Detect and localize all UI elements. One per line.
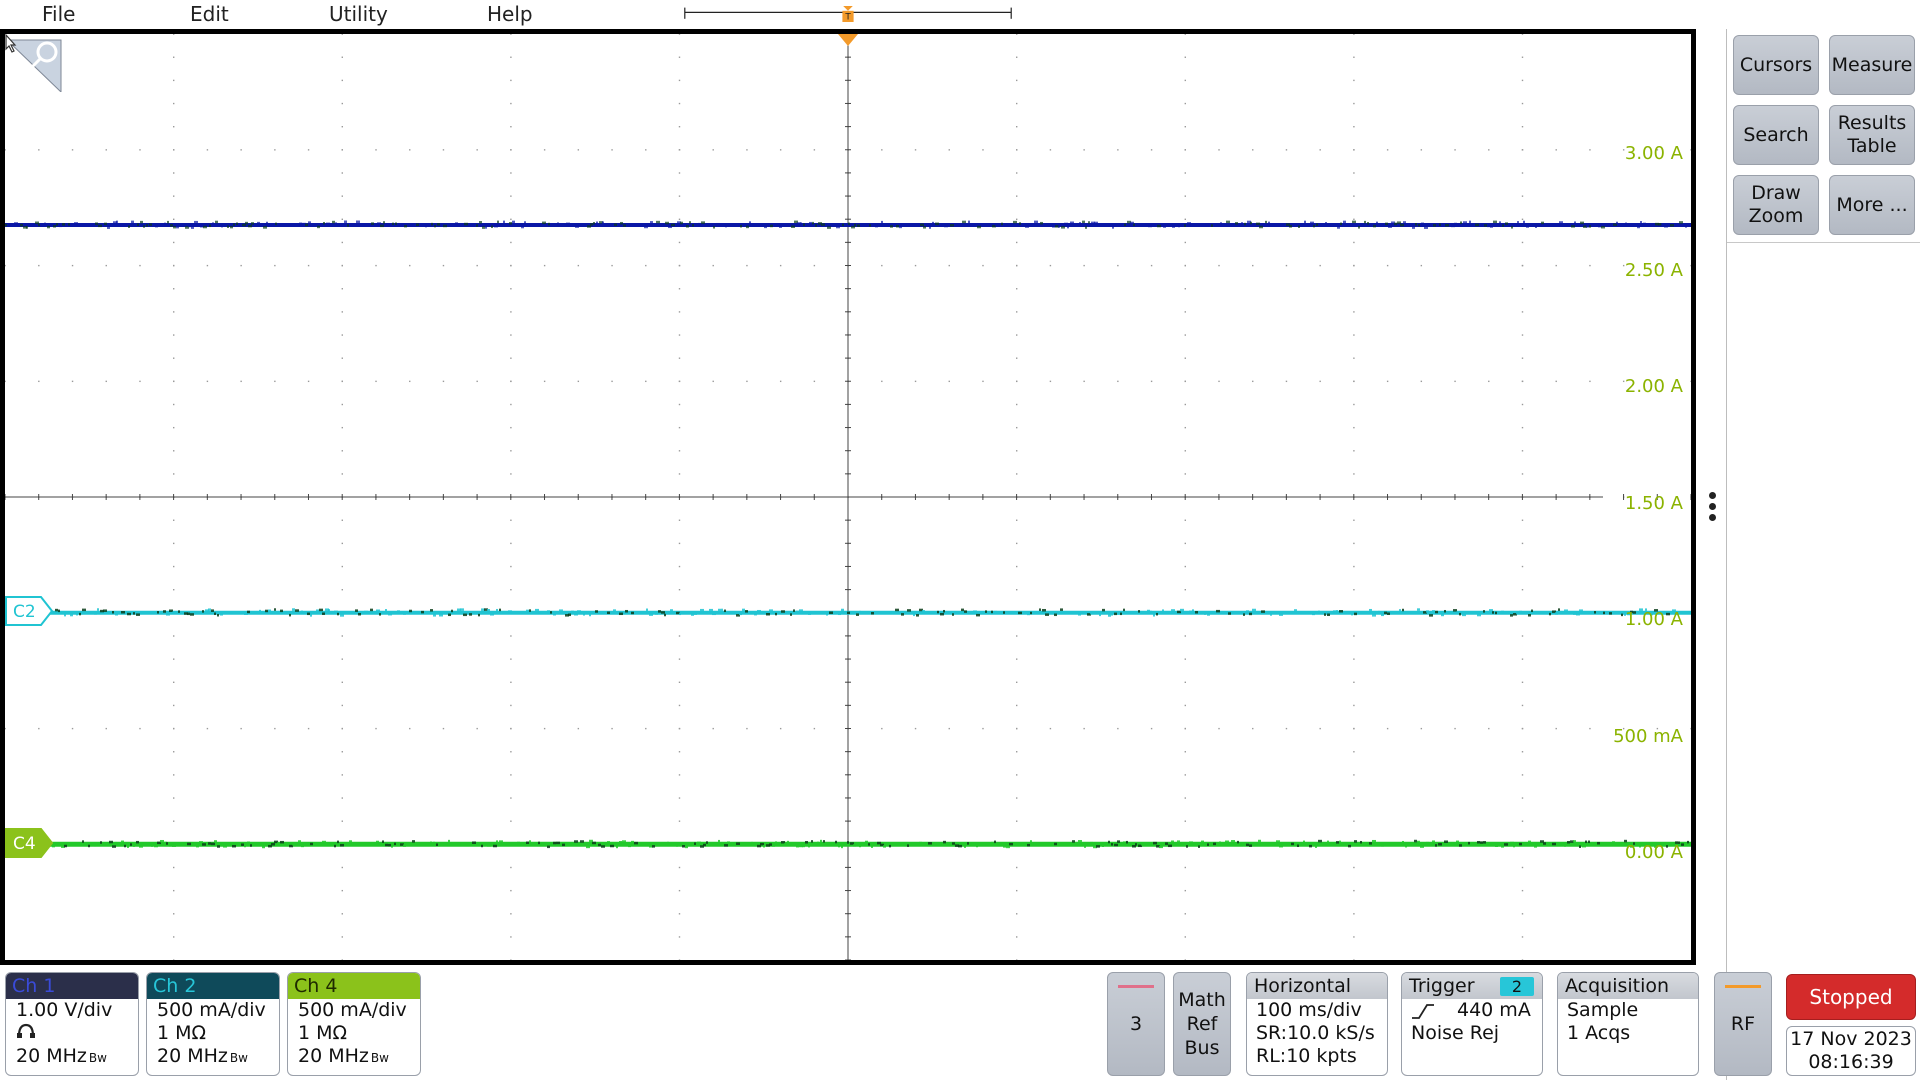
bandwidth-limit-icon: Bw: [229, 1051, 248, 1065]
scale-label-3A: 3.00 A: [1624, 143, 1683, 164]
date-label: 17 Nov 2023: [1790, 1028, 1912, 1050]
scale-label-1A: 1.00 A: [1624, 609, 1683, 630]
acquisition-badge[interactable]: Acquisition Sample 1 Acqs: [1557, 972, 1699, 1076]
math-ref-bus-button[interactable]: Math Ref Bus: [1173, 972, 1231, 1076]
menu-file[interactable]: File: [42, 0, 75, 28]
channel-4-offset-marker[interactable]: C4: [5, 828, 53, 858]
channel-2-badge[interactable]: Ch 2 500 mA/div 1 MΩ 20 MHz Bw: [146, 972, 280, 1076]
channel-4-impedance: 1 MΩ: [298, 1022, 348, 1044]
horizontal-badge[interactable]: Horizontal 100 ms/div SR:10.0 kS/s RL:10…: [1246, 972, 1388, 1076]
channel-4-title: Ch 4: [288, 973, 420, 999]
panel-divider: [1727, 242, 1920, 243]
rf-button[interactable]: RF: [1714, 972, 1772, 1076]
trigger-position-label: T: [844, 13, 851, 22]
rf-color-bar: [1725, 985, 1761, 988]
horizontal-scale: 100 ms/div: [1256, 999, 1362, 1021]
channel-2-title: Ch 2: [147, 973, 279, 999]
side-panel: Cursors Measure Search Results Table Dra…: [1726, 29, 1920, 1080]
record-view-bar[interactable]: T: [643, 6, 1053, 22]
results-table-button[interactable]: Results Table: [1829, 105, 1915, 165]
horizontal-title: Horizontal: [1247, 973, 1387, 999]
cursors-button[interactable]: Cursors: [1733, 35, 1819, 95]
channel-4-badge[interactable]: Ch 4 500 mA/div 1 MΩ 20 MHz Bw: [287, 972, 421, 1076]
trigger-mode: Noise Rej: [1411, 1022, 1500, 1044]
trigger-title: Trigger: [1409, 975, 1475, 997]
scale-label-1-5A: 1.50 A: [1624, 493, 1683, 514]
svg-text:C4: C4: [13, 834, 36, 854]
trigger-position-marker-icon: [838, 34, 858, 46]
date-time-display[interactable]: 17 Nov 2023 08:16:39: [1786, 1026, 1916, 1076]
trigger-level: 440 mA: [1457, 999, 1531, 1021]
channel-1-badge[interactable]: Ch 1 1.00 V/div 20 MHz Bw: [5, 972, 139, 1076]
more-options-kebab-icon[interactable]: [1706, 492, 1718, 528]
probe-icon: [17, 1023, 35, 1038]
rising-edge-icon: [1412, 1003, 1434, 1019]
channel-1-scale: 1.00 V/div: [16, 999, 113, 1021]
scale-label-0A: 0.00 A: [1624, 842, 1683, 863]
channel-3-color-bar: [1118, 985, 1154, 988]
channel-2-offset-marker[interactable]: C2: [5, 596, 53, 626]
scale-label-2A: 2.00 A: [1624, 376, 1683, 397]
time-label: 08:16:39: [1808, 1051, 1894, 1073]
search-button[interactable]: Search: [1733, 105, 1819, 165]
trigger-source-badge: 2: [1500, 977, 1534, 996]
acquisition-title: Acquisition: [1558, 973, 1698, 999]
bandwidth-limit-icon: Bw: [88, 1051, 107, 1065]
channel-3-label: 3: [1129, 1013, 1143, 1035]
bandwidth-limit-icon: Bw: [370, 1051, 389, 1065]
trigger-badge[interactable]: Trigger 2 440 mA Noise Rej: [1401, 972, 1543, 1076]
channel-3-button[interactable]: 3: [1107, 972, 1165, 1076]
channel-4-bandwidth: 20 MHz: [298, 1045, 369, 1067]
channel-1-bandwidth: 20 MHz: [16, 1045, 87, 1067]
channel-4-trace: [49, 839, 1691, 849]
mouse-pointer-icon: [5, 34, 17, 53]
scale-label-2-5A: 2.50 A: [1624, 260, 1683, 281]
acquisition-mode: Sample: [1567, 999, 1639, 1021]
channel-2-trace: [49, 608, 1691, 617]
svg-text:C2: C2: [13, 602, 36, 622]
scale-label-500mA: 500 mA: [1613, 726, 1683, 747]
rf-label: RF: [1730, 1013, 1756, 1035]
waveform-display[interactable]: 3.00 A 2.50 A 2.00 A 1.50 A 1.00 A 500 m…: [0, 29, 1696, 965]
graticule: [5, 34, 1691, 960]
channel-4-scale: 500 mA/div: [298, 999, 407, 1021]
acquisition-count: 1 Acqs: [1567, 1022, 1631, 1044]
channel-2-bandwidth: 20 MHz: [157, 1045, 228, 1067]
channel-1-title: Ch 1: [6, 973, 138, 999]
channel-2-impedance: 1 MΩ: [157, 1022, 207, 1044]
run-stop-button[interactable]: Stopped: [1786, 974, 1916, 1020]
record-length: RL:10 kpts: [1256, 1045, 1357, 1067]
measure-button[interactable]: Measure: [1829, 35, 1915, 95]
channel-2-scale: 500 mA/div: [157, 999, 266, 1021]
menu-utility[interactable]: Utility: [329, 0, 388, 28]
draw-zoom-button[interactable]: Draw Zoom: [1733, 175, 1819, 235]
sample-rate: SR:10.0 kS/s: [1256, 1022, 1375, 1044]
menu-help[interactable]: Help: [487, 0, 533, 28]
menu-edit[interactable]: Edit: [190, 0, 229, 28]
more-button[interactable]: More ...: [1829, 175, 1915, 235]
